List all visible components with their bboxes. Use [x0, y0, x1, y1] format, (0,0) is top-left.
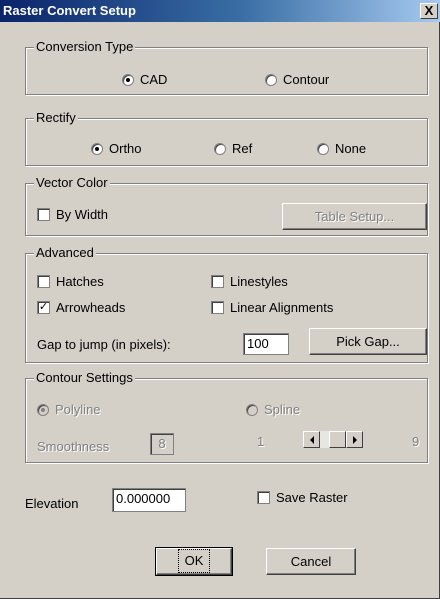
- arrowheads-checkbox[interactable]: ✓ Arrowheads: [37, 300, 125, 315]
- window-title: Raster Convert Setup: [3, 3, 136, 18]
- radio-contour[interactable]: Contour: [265, 72, 329, 87]
- table-setup-button[interactable]: Table Setup...: [282, 203, 427, 230]
- radio-ortho[interactable]: Ortho: [91, 141, 142, 156]
- radio-cad[interactable]: CAD: [122, 72, 167, 87]
- cancel-button[interactable]: Cancel: [266, 548, 356, 575]
- radio-none[interactable]: None: [317, 141, 366, 156]
- radio-none-indicator[interactable]: [317, 142, 329, 155]
- linestyles-check-indicator[interactable]: [211, 275, 224, 288]
- radio-spline-label: Spline: [264, 402, 301, 417]
- save-raster-checkbox[interactable]: Save Raster: [257, 490, 348, 505]
- linear-alignments-checkbox[interactable]: Linear Alignments: [211, 300, 333, 315]
- hatches-check-indicator[interactable]: [37, 275, 50, 288]
- smoothness-min-wrap: 1: [257, 434, 264, 449]
- radio-cad-indicator[interactable]: [122, 73, 134, 86]
- smoothness-label: Smoothness: [37, 439, 110, 454]
- raster-convert-setup-dialog: Raster Convert Setup X Conversion Type C…: [0, 0, 440, 599]
- advanced-legend: Advanced: [34, 245, 96, 261]
- conversion-type-legend: Conversion Type: [34, 39, 136, 55]
- conversion-type-group: Conversion Type: [25, 39, 428, 95]
- radio-none-label: None: [335, 141, 367, 156]
- gap-to-jump-label: Gap to jump (in pixels):: [37, 337, 171, 352]
- smoothness-scrollbar[interactable]: [303, 431, 363, 448]
- pick-gap-button[interactable]: Pick Gap...: [309, 328, 427, 355]
- smoothness-min-label: 1: [257, 434, 265, 449]
- scroll-left-button[interactable]: [303, 431, 320, 448]
- linear-alignments-check-indicator[interactable]: [211, 301, 224, 314]
- smoothness-max-label: 9: [412, 434, 420, 449]
- vector-color-legend: Vector Color: [34, 175, 110, 191]
- by-width-label: By Width: [56, 207, 109, 222]
- radio-cad-label: CAD: [140, 72, 168, 87]
- scroll-thumb[interactable]: [329, 431, 346, 448]
- radio-contour-indicator[interactable]: [265, 73, 277, 86]
- save-raster-check-indicator[interactable]: [257, 491, 270, 504]
- pick-gap-label: Pick Gap...: [336, 334, 400, 349]
- by-width-check-indicator[interactable]: [37, 208, 50, 221]
- rectify-legend: Rectify: [34, 110, 78, 126]
- hatches-label: Hatches: [56, 274, 104, 289]
- radio-spline[interactable]: Spline: [246, 402, 300, 417]
- smoothness-value-field[interactable]: 8: [150, 433, 174, 455]
- arrowheads-check-indicator[interactable]: ✓: [37, 301, 50, 314]
- cancel-button-label: Cancel: [290, 554, 332, 569]
- smoothness-max-wrap: 9: [412, 434, 419, 449]
- ok-button-label: OK: [177, 549, 211, 573]
- close-button[interactable]: X: [420, 3, 438, 19]
- elevation-input[interactable]: 0.000000: [112, 488, 186, 512]
- radio-ortho-indicator[interactable]: [91, 142, 103, 155]
- radio-ref[interactable]: Ref: [214, 141, 252, 156]
- checkmark-icon: ✓: [38, 301, 49, 313]
- elevation-label-wrap: Elevation: [25, 496, 78, 511]
- gap-to-jump-label-wrap: Gap to jump (in pixels):: [37, 337, 171, 352]
- hatches-checkbox[interactable]: Hatches: [37, 274, 104, 289]
- arrow-right-icon: [352, 435, 357, 444]
- save-raster-label: Save Raster: [276, 490, 348, 505]
- radio-ortho-label: Ortho: [109, 141, 142, 156]
- radio-ref-indicator[interactable]: [214, 142, 226, 155]
- linestyles-checkbox[interactable]: Linestyles: [211, 274, 288, 289]
- arrowheads-label: Arrowheads: [56, 300, 126, 315]
- title-bar[interactable]: Raster Convert Setup X: [0, 0, 440, 22]
- ok-button[interactable]: OK: [155, 547, 233, 576]
- arrow-left-icon: [309, 435, 314, 444]
- radio-contour-label: Contour: [283, 72, 330, 87]
- gap-to-jump-input[interactable]: 100: [243, 333, 289, 355]
- scroll-right-button[interactable]: [346, 431, 363, 448]
- elevation-label: Elevation: [25, 496, 79, 511]
- linear-alignments-label: Linear Alignments: [230, 300, 334, 315]
- scroll-track[interactable]: [320, 431, 346, 448]
- radio-polyline-label: Polyline: [55, 402, 101, 417]
- radio-polyline[interactable]: Polyline: [37, 402, 101, 417]
- radio-spline-indicator[interactable]: [246, 403, 258, 416]
- contour-settings-legend: Contour Settings: [34, 370, 135, 386]
- by-width-checkbox[interactable]: By Width: [37, 207, 108, 222]
- close-icon: X: [424, 3, 434, 18]
- table-setup-label: Table Setup...: [314, 209, 395, 224]
- radio-ref-label: Ref: [232, 141, 253, 156]
- linestyles-label: Linestyles: [230, 274, 288, 289]
- smoothness-label-wrap: Smoothness: [37, 439, 109, 454]
- radio-polyline-indicator[interactable]: [37, 403, 49, 416]
